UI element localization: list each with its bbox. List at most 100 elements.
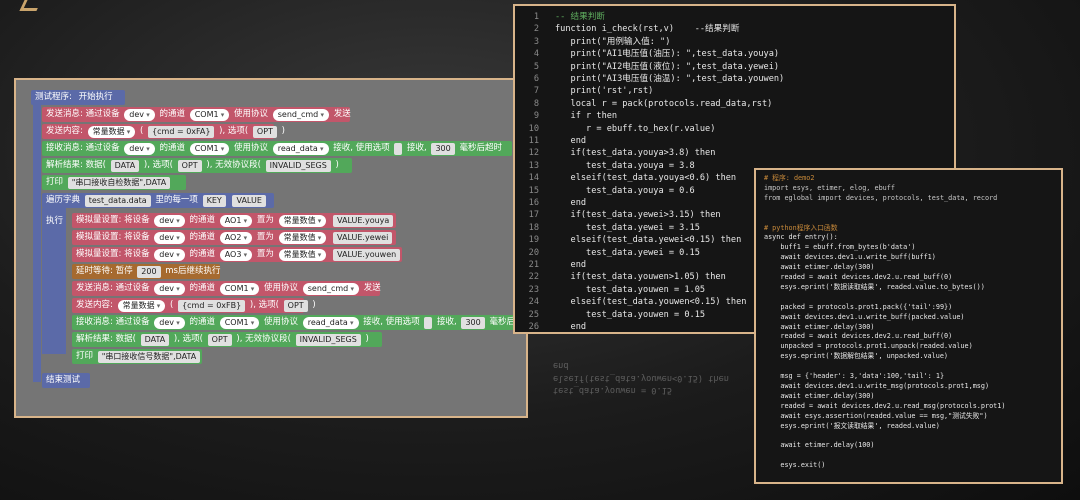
device-dropdown[interactable]: dev — [124, 108, 155, 121]
line-number: 26 — [528, 322, 539, 332]
device-dropdown[interactable]: dev — [154, 214, 185, 227]
code-line: await esys.assertion(readed.value == msg… — [764, 411, 988, 420]
analog-value-field[interactable]: VALUE.youwen — [333, 248, 401, 261]
foreach-dict-block[interactable]: 遍历字典 test_data.data 里的每一项 KEY VALUE — [42, 193, 274, 208]
code-line: 5 print("AI2电压值(液位): ",test_data.yewei) — [515, 61, 954, 73]
reflection-line: test_data.youwen = 0.15 — [553, 385, 672, 395]
line-number: 21 — [528, 260, 539, 270]
code-line: async def entry(): — [764, 233, 838, 242]
device-dropdown[interactable]: dev — [154, 231, 185, 244]
delay-label: 延时等待: 暂停 — [76, 266, 133, 276]
parse-result-block[interactable]: 解析结果: 数据( DATA ), 选项( OPT ), 无效协议段( INVA… — [72, 332, 382, 347]
channel-dropdown[interactable]: COM1 — [189, 142, 230, 155]
dict-field[interactable]: test_data.data — [84, 194, 151, 207]
device-dropdown[interactable]: dev — [154, 248, 185, 261]
code-line: 7 print('rst',rst) — [515, 85, 954, 97]
data-kind-dropdown[interactable]: 常量数据 — [87, 125, 136, 138]
device-dropdown[interactable]: dev — [154, 316, 185, 329]
data-variable[interactable]: DATA — [140, 333, 170, 346]
receive-block-label: 接收, 使用选项 — [363, 317, 420, 327]
foreach-label: 遍历字典 — [46, 195, 81, 205]
device-dropdown[interactable]: dev — [124, 142, 155, 155]
channel-dropdown[interactable]: AO3 — [219, 248, 253, 261]
line-number: 14 — [528, 173, 539, 184]
timeout-field[interactable]: 300 — [431, 142, 455, 155]
print-value-field[interactable]: "串口接收信号数据",DATA — [97, 350, 201, 363]
code-line: await etimer.delay(300) — [764, 391, 875, 400]
channel-dropdown[interactable]: COM1 — [189, 108, 230, 121]
send-message-block[interactable]: 发送消息: 通过设备 dev 的通道 COM1 使用协议 send_cmd 发送 — [72, 281, 381, 296]
analog-value-field[interactable]: VALUE.youya — [333, 214, 394, 227]
print-value-field[interactable]: "串口接收自检数据",DATA — [67, 176, 171, 189]
code-text: elseif(test_data.youya<0.6) then — [555, 173, 737, 184]
protocol-dropdown[interactable]: send_cmd — [302, 282, 359, 295]
protocol-dropdown[interactable]: read_data — [302, 316, 359, 329]
code-line: await devices.dev1.u.write_buff(buff1) — [764, 253, 936, 262]
send-block-label: 发送消息: 通过设备 — [46, 109, 120, 119]
content-value-field[interactable]: {cmd = 0xFB} — [178, 299, 246, 312]
code-text: elseif(test_data.yewei<0.15) then — [555, 235, 742, 246]
channel-dropdown[interactable]: COM1 — [219, 316, 260, 329]
delay-block[interactable]: 延时等待: 暂停 200 ms后继续执行 — [72, 264, 220, 279]
receive-message-block[interactable]: 接收消息: 通过设备 dev 的通道 COM1 使用协议 read_data 接… — [72, 315, 526, 330]
python-code-editor[interactable]: # 程序: demo2 import esys, etimer, elog, eb… — [754, 168, 1063, 484]
channel-dropdown[interactable]: AO2 — [219, 231, 253, 244]
end-test-block[interactable]: 结束测试 — [42, 373, 90, 388]
option-variable[interactable]: OPT — [207, 333, 232, 346]
code-line: # python程序入口函数 — [764, 223, 838, 232]
analog-set-block[interactable]: 模拟量设置: 将设备 dev 的通道 AO1 置为 常量数值 VALUE.you… — [72, 213, 396, 228]
analog-label: 模拟量设置: 将设备 — [76, 215, 150, 225]
line-number: 16 — [528, 198, 539, 208]
device-dropdown[interactable]: dev — [154, 282, 185, 295]
receive-block-label: 接收, — [407, 143, 427, 153]
start-block[interactable]: 测试程序: 开始执行 — [31, 90, 125, 105]
line-number: 10 — [528, 123, 539, 134]
option-variable[interactable]: OPT — [177, 159, 202, 172]
value-kind-dropdown[interactable]: 常量数值 — [278, 214, 327, 227]
delay-ms-field[interactable]: 200 — [137, 265, 161, 278]
option-slot[interactable] — [424, 316, 433, 329]
protocol-dropdown[interactable]: send_cmd — [272, 108, 329, 121]
key-variable[interactable]: KEY — [202, 194, 226, 207]
parse-label: ), 无效协议段( — [206, 160, 261, 170]
option-field[interactable]: OPT — [252, 125, 277, 138]
analog-set-block[interactable]: 模拟量设置: 将设备 dev 的通道 AO2 置为 常量数值 VALUE.yew… — [72, 230, 396, 245]
code-line: 1 -- 结果判断 — [515, 11, 954, 23]
analog-value-field[interactable]: VALUE.yewei — [333, 231, 393, 244]
option-slot[interactable] — [394, 142, 403, 155]
invalid-segs-variable[interactable]: INVALID_SEGS — [295, 333, 361, 346]
print-block[interactable]: 打印 "串口接收自检数据",DATA — [42, 175, 186, 190]
timeout-field[interactable]: 300 — [461, 316, 485, 329]
foreach-label: 里的每一项 — [155, 195, 198, 205]
receive-message-block[interactable]: 接收消息: 通过设备 dev 的通道 COM1 使用协议 read_data 接… — [42, 141, 512, 156]
data-variable[interactable]: DATA — [110, 159, 140, 172]
code-text: end — [555, 322, 587, 332]
code-line: unpacked = protocols.prot1.unpack(readed… — [764, 342, 973, 351]
protocol-dropdown[interactable]: read_data — [272, 142, 329, 155]
send-content-block[interactable]: 发送内容: 常量数据 ( {cmd = 0xFA} ), 选项( OPT ) — [42, 124, 285, 139]
channel-dropdown[interactable]: AO1 — [219, 214, 253, 227]
data-kind-dropdown[interactable]: 常量数据 — [117, 299, 166, 312]
value-kind-dropdown[interactable]: 常量数值 — [278, 231, 327, 244]
invalid-segs-variable[interactable]: INVALID_SEGS — [265, 159, 331, 172]
code-text: if r then — [555, 111, 618, 122]
content-value-field[interactable]: {cmd = 0xFA} — [148, 125, 215, 138]
content-label: ), 选项( — [249, 300, 279, 310]
analog-set-block[interactable]: 模拟量设置: 将设备 dev 的通道 AO3 置为 常量数值 VALUE.you… — [72, 247, 402, 262]
code-line: 10 r = ebuff.to_hex(r.value) — [515, 123, 954, 135]
line-number: 20 — [528, 247, 539, 258]
option-field[interactable]: OPT — [283, 299, 308, 312]
send-content-block[interactable]: 发送内容: 常量数据 ( {cmd = 0xFB} ), 选项( OPT ) — [72, 298, 316, 313]
print-block[interactable]: 打印 "串口接收信号数据",DATA — [72, 349, 202, 364]
code-text: local r = pack(protocols.read_data,rst) — [555, 98, 773, 109]
channel-dropdown[interactable]: COM1 — [219, 282, 260, 295]
parse-result-block[interactable]: 解析结果: 数据( DATA ), 选项( OPT ), 无效协议段( INVA… — [42, 158, 352, 173]
value-kind-dropdown[interactable]: 常量数值 — [278, 248, 327, 261]
line-number: 15 — [528, 185, 539, 196]
value-variable[interactable]: VALUE — [232, 194, 266, 207]
send-message-block[interactable]: 发送消息: 通过设备 dev 的通道 COM1 使用协议 send_cmd 发送 — [42, 107, 351, 122]
code-text: print("用例输入值: ") — [555, 36, 671, 47]
line-number: 2 — [533, 24, 539, 35]
parse-label: ), 选项( — [143, 160, 173, 170]
